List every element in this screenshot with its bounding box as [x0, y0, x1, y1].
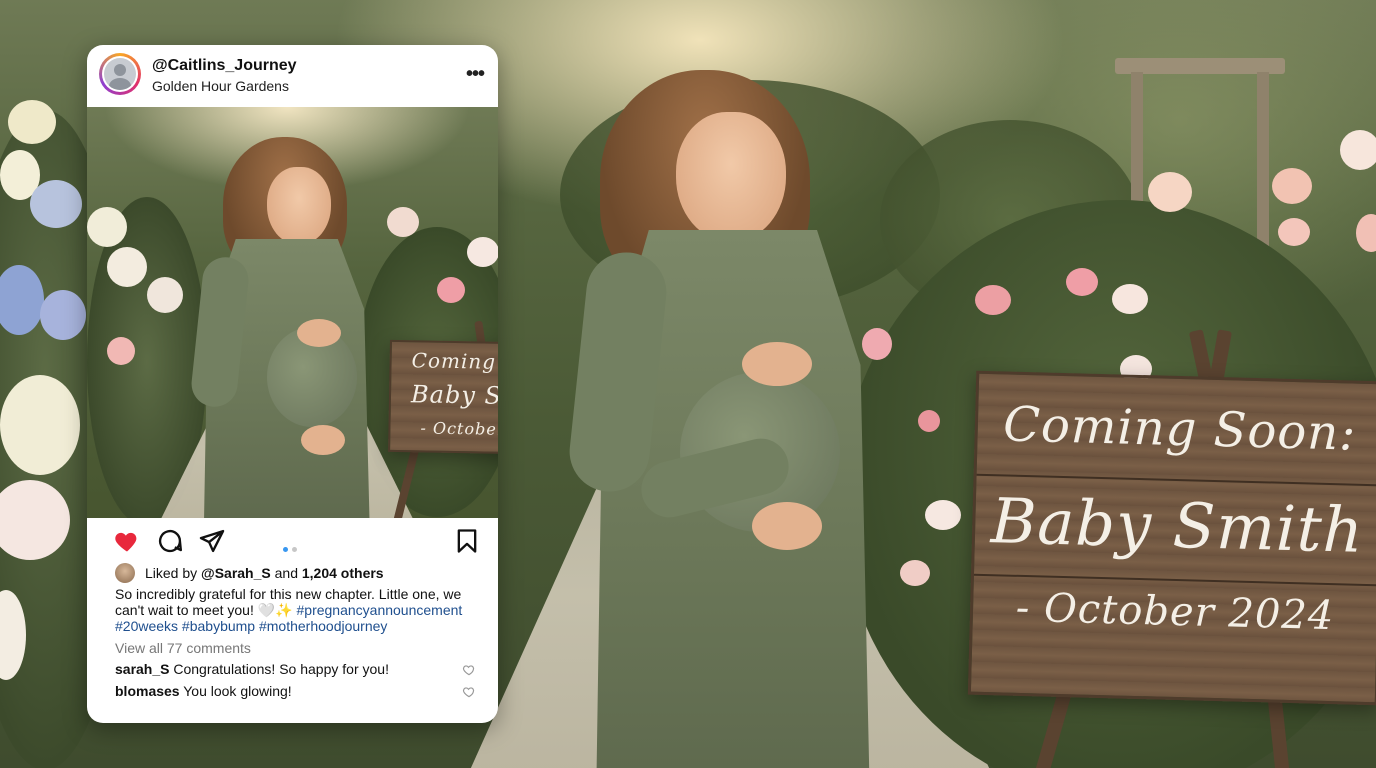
comment-username[interactable]: blomases [115, 683, 180, 699]
user-avatar-icon [104, 58, 136, 90]
post-header: @Caitlins_Journey Golden Hour Gardens ••… [87, 45, 498, 107]
liked-by-and: and [274, 565, 298, 581]
comment-icon[interactable] [156, 527, 184, 555]
hydrangea-flower [0, 375, 80, 475]
instagram-post-card: @Caitlins_Journey Golden Hour Gardens ••… [87, 45, 498, 723]
rose-flower [1066, 268, 1098, 296]
photo-flower [437, 277, 465, 303]
rose-flower [925, 500, 961, 530]
rose-flower [1112, 284, 1148, 314]
photo-flower [147, 277, 183, 313]
sign-line-2: Baby Smith [989, 484, 1365, 567]
rose-flower [862, 328, 892, 360]
rose-flower [918, 410, 940, 432]
photo-flower [107, 337, 135, 365]
view-all-comments-link[interactable]: View all 77 comments [115, 640, 251, 656]
carousel-dot-active [283, 547, 288, 552]
avatar[interactable] [99, 53, 141, 95]
post-caption: So incredibly grateful for this new chap… [115, 586, 485, 634]
likes-summary[interactable]: Liked by @Sarah_S and 1,204 others [145, 565, 384, 581]
photo-sign-line-3: - October 202 [420, 418, 498, 439]
bookmark-icon[interactable] [453, 527, 481, 555]
photo-sign-line-2: Baby Sm [410, 380, 498, 411]
post-location[interactable]: Golden Hour Gardens [152, 78, 289, 94]
rose-flower [1278, 218, 1310, 246]
more-options-icon[interactable]: ••• [466, 63, 485, 86]
comment-row: sarah_S Congratulations! So happy for yo… [115, 661, 475, 677]
post-username[interactable]: @Caitlins_Journey [152, 57, 297, 75]
hydrangea-flower [30, 180, 82, 228]
carousel-dot [292, 547, 297, 552]
photo-flower [467, 237, 498, 267]
sign-line-1: Coming Soon: [1002, 396, 1358, 462]
hydrangea-flower [8, 100, 56, 144]
photo-flower [107, 247, 147, 287]
heart-outline-icon[interactable] [462, 685, 476, 699]
photo-flower [387, 207, 419, 237]
comment-username[interactable]: sarah_S [115, 661, 169, 677]
heart-icon[interactable] [113, 527, 141, 555]
hydrangea-flower [40, 290, 86, 340]
liker-avatar[interactable] [115, 563, 135, 583]
photo-sign-line-1: Coming S [411, 348, 498, 374]
post-actions-bar [87, 525, 498, 557]
heart-outline-icon[interactable] [462, 663, 476, 677]
post-photo[interactable]: Coming S Baby Sm - October 202 [87, 107, 498, 518]
rose-flower [1356, 214, 1376, 252]
rose-flower [900, 560, 930, 586]
comment-text: Congratulations! So happy for you! [173, 661, 389, 677]
rose-flower [975, 285, 1011, 315]
photo-sign: Coming S Baby Sm - October 202 [388, 339, 498, 455]
send-icon[interactable] [198, 527, 226, 555]
comment-text: You look glowing! [183, 683, 292, 699]
coming-soon-sign: Coming Soon: Baby Smith - October 2024 [967, 370, 1376, 706]
sign-line-3: - October 2024 [1015, 584, 1335, 640]
rose-flower [1272, 168, 1312, 204]
liked-by-others[interactable]: 1,204 others [302, 565, 384, 581]
liked-by-prefix: Liked by [145, 565, 198, 581]
rose-flower [1148, 172, 1192, 212]
photo-flower [87, 207, 127, 247]
carousel-dots [281, 539, 299, 557]
rose-flower [1340, 130, 1376, 170]
liked-by-user[interactable]: @Sarah_S [201, 565, 271, 581]
comment-row: blomases You look glowing! [115, 683, 475, 699]
